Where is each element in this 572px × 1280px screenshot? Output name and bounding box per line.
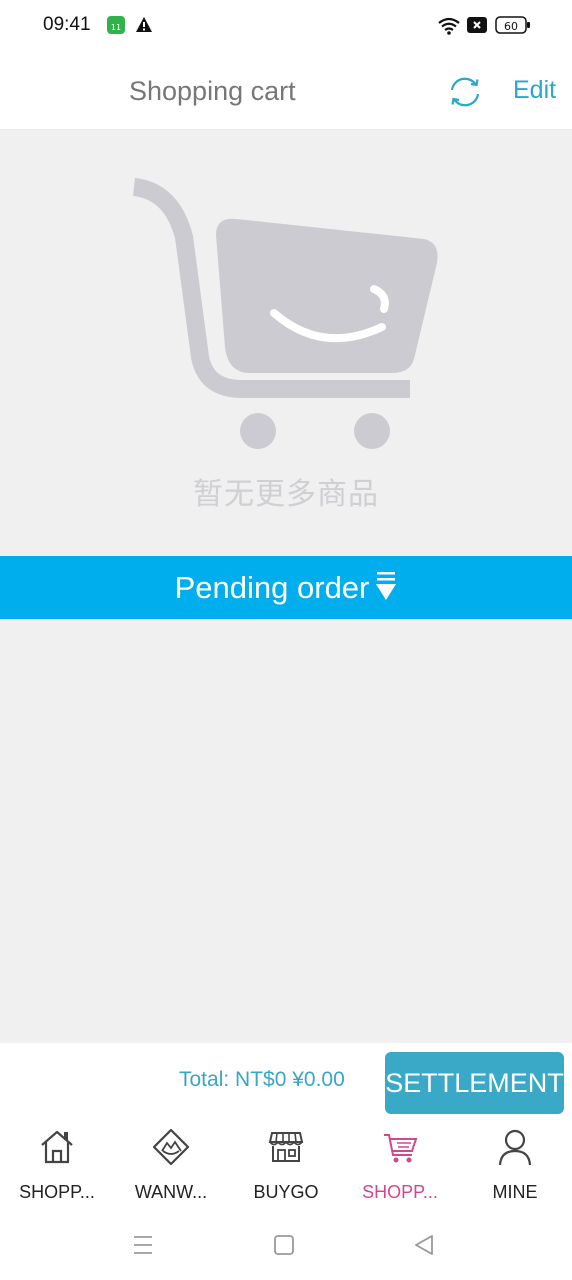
user-icon [498,1129,532,1166]
refresh-button[interactable] [447,74,483,110]
empty-cart-message: 暂无更多商品 [193,478,379,511]
store-icon [268,1132,304,1162]
pending-order-list [0,619,572,1043]
diamond-icon [153,1128,189,1166]
home-icon [41,1130,73,1164]
status-bar: 09:41 11 60 [0,0,572,52]
battery-icon: 60 [495,15,531,40]
back-triangle-icon [415,1235,433,1255]
app-notification-icon: 11 [107,16,125,39]
tab-label: SHOPP... [19,1182,95,1202]
tab-label: BUYGO [253,1182,319,1202]
tab-wanwan[interactable]: WANW... [114,1121,228,1213]
cart-icon [384,1134,418,1163]
status-time: 09:41 [43,14,91,35]
edit-button[interactable]: Edit [513,76,556,105]
tab-shopping-cart[interactable]: SHOPP... [343,1121,457,1213]
total-amount: Total: NT$0 ¥0.00 [179,1068,345,1091]
svg-text:11: 11 [111,23,121,32]
system-nav-bar [0,1213,572,1280]
square-icon [274,1235,294,1255]
tab-label: MINE [492,1182,538,1202]
tab-buygo[interactable]: BUYGO [229,1121,343,1213]
expand-down-icon [375,572,397,607]
home-nav-button[interactable] [273,1233,295,1262]
pending-order-label: Pending order [174,569,370,605]
refresh-icon [450,77,480,107]
back-nav-button[interactable] [413,1233,435,1262]
empty-cart-state: 暂无更多商品 [0,131,572,555]
tab-mine[interactable]: MINE [458,1121,572,1213]
tab-label: WANW... [134,1182,208,1202]
wifi-icon [437,16,461,41]
tab-shopping-home[interactable]: SHOPP... [0,1121,114,1213]
warning-icon [135,16,153,39]
battery-level: 60 [504,20,518,33]
bottom-tab-bar: SHOPP... WANW... BUYGO SHOPP... MINE [0,1121,572,1213]
menu-icon [134,1236,152,1254]
empty-cart-icon [132,178,438,449]
total-bar: Total: NT$0 ¥0.00 SETTLEMENT [0,1043,572,1121]
pending-order-toggle[interactable]: Pending order [0,556,572,619]
header: Shopping cart Edit [0,52,572,130]
page-title: Shopping cart [129,76,296,106]
no-sim-icon [467,16,487,39]
tab-label: SHOPP... [362,1182,438,1202]
menu-nav-button[interactable] [132,1233,154,1262]
settlement-button[interactable]: SETTLEMENT [385,1052,564,1114]
